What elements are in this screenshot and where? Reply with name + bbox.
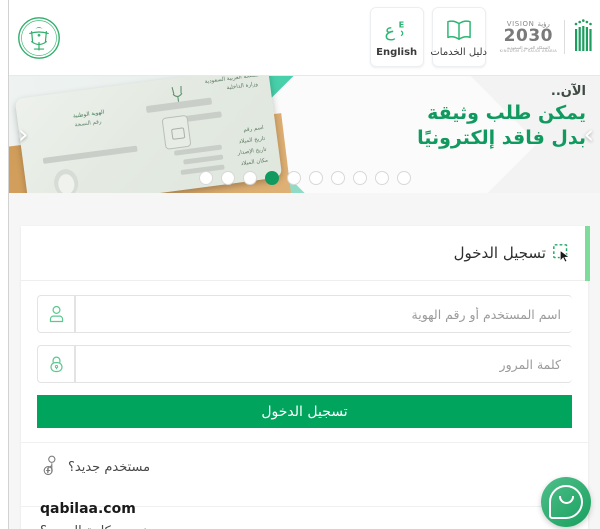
site-header: ع E English دليل الخدمات VISION رؤية 203… <box>9 0 600 76</box>
saudi-ministry-of-interior-emblem <box>16 15 62 61</box>
chat-smile-bubble-icon <box>549 485 583 519</box>
id-card-label-3: تاريخ الإصدار <box>237 146 267 157</box>
carousel-dot-9[interactable] <box>374 171 389 185</box>
language-toggle-label: English <box>376 47 418 58</box>
carousel-dot-6[interactable] <box>308 171 323 185</box>
id-card-bar-3 <box>42 145 138 164</box>
book-icon <box>446 16 472 44</box>
id-card-label-4: مكان الميلاد <box>240 157 269 168</box>
carousel-dot-3[interactable] <box>242 171 257 185</box>
carousel-dot-8[interactable] <box>352 171 367 185</box>
id-card-chip <box>161 114 192 150</box>
id-card-label-2: تاريخ الميلاد <box>238 135 266 146</box>
carousel-dot-10[interactable] <box>396 171 411 185</box>
banner-headline-line1: يمكن طلب وثيقة <box>427 102 586 125</box>
palm-tree-emblem-icon <box>572 17 594 57</box>
page-root: ع E English دليل الخدمات VISION رؤية 203… <box>0 0 600 529</box>
username-field-row <box>37 295 572 333</box>
banner-copy: الآن.. يمكن طلب وثيقة بدل فاقد إلكترونيً… <box>417 84 586 150</box>
carousel-next-chevron-icon[interactable]: › <box>584 122 594 148</box>
new-user-link[interactable]: مستخدم جديد؟ <box>68 460 150 475</box>
carousel-prev-chevron-icon[interactable]: ‹ <box>18 122 28 148</box>
arabic-english-toggle-icon: ع E <box>383 16 411 44</box>
services-guide-button[interactable]: دليل الخدمات <box>430 7 487 67</box>
vision-number: 2030 <box>503 25 553 46</box>
id-card-portrait <box>38 164 96 193</box>
chat-support-button[interactable] <box>541 477 591 527</box>
main-content: تسجيل الدخول اسم المستخدم أو رقم الهوية … <box>9 193 600 529</box>
username-input[interactable] <box>75 295 572 333</box>
id-card-subtitle: رقم النسخة <box>74 119 102 129</box>
carousel-dot-5[interactable] <box>286 171 301 185</box>
carousel-dot-2[interactable] <box>220 171 235 185</box>
id-card-ministry: وزارة الداخلية <box>226 81 259 92</box>
forgot-password-link[interactable]: نسيت كلمة المرور؟ <box>40 524 147 529</box>
site-watermark: qabilaa.com <box>40 501 136 517</box>
carousel-dot-7[interactable] <box>330 171 345 185</box>
new-user-row[interactable]: مستخدم جديد؟ <box>21 442 588 492</box>
banner-headline-line2: بدل فاقد إلكترونيًا <box>417 127 586 150</box>
svg-text:E: E <box>398 20 404 30</box>
carousel-dot-1[interactable] <box>198 171 213 185</box>
add-user-icon <box>40 455 60 481</box>
carousel-dot-4[interactable] <box>264 171 279 185</box>
hero-carousel[interactable]: المملكة العربية السعودية وزارة الداخلية … <box>9 76 600 193</box>
vision-2030-text: VISION رؤية 2030 المملكة العربية السعودي… <box>499 20 557 54</box>
login-submit-button[interactable]: تسجيل الدخول <box>37 395 572 428</box>
password-input[interactable] <box>75 345 572 383</box>
id-card-bar-5 <box>183 154 224 165</box>
browser-edge-strip <box>0 0 9 529</box>
login-form: تسجيل الدخول <box>21 281 588 428</box>
cursor-select-icon <box>552 243 572 263</box>
banner-kicker: الآن.. <box>550 84 586 99</box>
vision-number-text: 2030 <box>503 25 553 46</box>
password-field-row <box>37 345 572 383</box>
language-toggle-button[interactable]: ع E English <box>369 7 424 67</box>
carousel-dots[interactable] <box>198 171 411 185</box>
smile-shape <box>558 496 574 504</box>
vision-2030-logo: VISION رؤية 2030 المملكة العربية السعودي… <box>494 17 594 57</box>
lock-icon <box>37 345 75 383</box>
header-actions: ع E English دليل الخدمات VISION رؤية 203… <box>369 7 594 67</box>
services-guide-label: دليل الخدمات <box>430 47 487 58</box>
svg-text:ع: ع <box>384 22 395 42</box>
user-icon <box>37 295 75 333</box>
login-card: تسجيل الدخول اسم المستخدم أو رقم الهوية … <box>21 226 590 529</box>
vision-sub-en: KINGDOM OF SAUDI ARABIA <box>499 48 557 53</box>
login-title: تسجيل الدخول <box>453 244 546 262</box>
login-card-header: تسجيل الدخول <box>21 226 590 281</box>
id-card-label-1: اسم رقم <box>242 124 265 134</box>
logo-divider <box>564 20 565 54</box>
